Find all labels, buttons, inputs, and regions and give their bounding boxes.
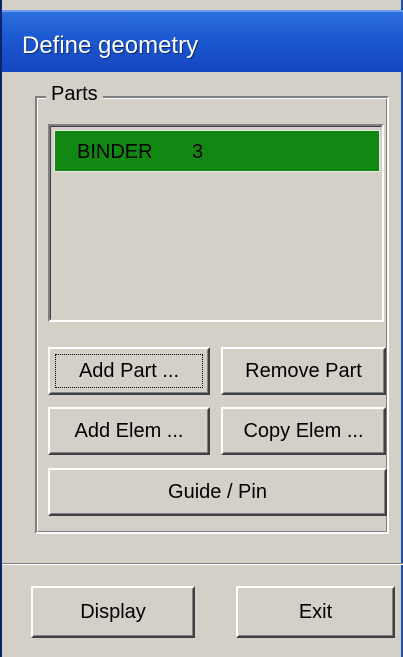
- display-label: Display: [80, 600, 146, 623]
- part-name: BINDER: [77, 141, 153, 163]
- exit-button[interactable]: Exit: [236, 586, 395, 638]
- add-part-button[interactable]: Add Part ...: [48, 347, 210, 395]
- copy-elem-button[interactable]: Copy Elem ...: [221, 407, 386, 455]
- exit-label: Exit: [298, 600, 333, 623]
- guide-pin-button[interactable]: Guide / Pin: [48, 468, 387, 516]
- list-item-part[interactable]: BINDER 3: [54, 130, 380, 172]
- display-button[interactable]: Display: [31, 586, 195, 638]
- parts-group-label: Parts: [46, 83, 103, 106]
- add-elem-label: Add Elem ...: [74, 419, 184, 442]
- copy-elem-label: Copy Elem ...: [243, 419, 364, 442]
- parts-list[interactable]: BINDER 3: [48, 124, 384, 322]
- dialog-window: Define geometry Parts BINDER 3 Add Part …: [0, 0, 403, 657]
- remove-part-label: Remove Part: [245, 359, 362, 382]
- add-part-label: Add Part ...: [78, 359, 180, 382]
- guide-pin-label: Guide / Pin: [168, 480, 267, 503]
- part-number: 3: [192, 141, 204, 163]
- remove-part-button[interactable]: Remove Part: [221, 347, 386, 395]
- title-bar[interactable]: Define geometry: [2, 10, 403, 72]
- add-elem-button[interactable]: Add Elem ...: [48, 407, 210, 455]
- window-title: Define geometry: [22, 32, 199, 59]
- separator: [2, 563, 403, 565]
